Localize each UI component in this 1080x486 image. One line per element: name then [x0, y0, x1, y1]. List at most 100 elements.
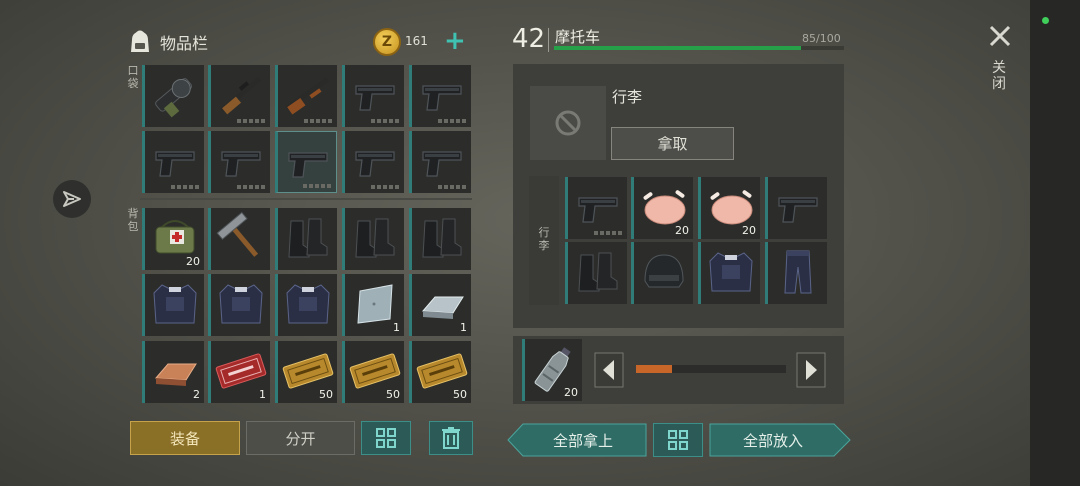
- vehicle-slot[interactable]: [631, 242, 693, 304]
- durability-pips: [438, 185, 466, 189]
- vehicle-slot[interactable]: 20: [631, 177, 693, 239]
- vehicle-slot[interactable]: [765, 177, 827, 239]
- boots-icon: [288, 218, 328, 258]
- boots-icon: [578, 252, 618, 292]
- section-divider: [140, 198, 472, 200]
- durability-pips: [371, 185, 399, 189]
- pocket-slot[interactable]: [142, 65, 204, 127]
- hammer-icon: [216, 211, 259, 257]
- pants-icon: [784, 250, 812, 294]
- backpack-icon: [131, 30, 149, 52]
- pistol-icon: [288, 152, 328, 178]
- pocket-slot[interactable]: [142, 131, 204, 193]
- right-edge-strip: [1030, 0, 1080, 486]
- vehicle-slot[interactable]: [565, 177, 627, 239]
- vehicle-slot[interactable]: 20: [698, 177, 760, 239]
- amount-slider-fill: [636, 365, 672, 373]
- backpack-slot[interactable]: [208, 208, 270, 270]
- backpack-slot[interactable]: [409, 208, 471, 270]
- sort-vehicle-button[interactable]: [653, 423, 703, 457]
- backpack-slot[interactable]: [208, 274, 270, 336]
- durability-pips: [304, 119, 332, 123]
- item-quantity: 50: [319, 388, 333, 401]
- item-quantity: 20: [675, 224, 689, 237]
- split-button[interactable]: 分开: [246, 421, 355, 455]
- no-entry-icon: [555, 110, 581, 136]
- durability-pips: [303, 184, 331, 188]
- backpack-slot[interactable]: [275, 274, 337, 336]
- grid-sort-icon: [668, 430, 688, 450]
- armor-vest-icon: [709, 252, 753, 292]
- bag-title: 行李: [612, 88, 643, 106]
- backpack-slot[interactable]: 1: [409, 274, 471, 336]
- backpack-slot[interactable]: [275, 208, 337, 270]
- pouch-label: 行李: [538, 226, 550, 252]
- take-bag-button[interactable]: 拿取: [611, 127, 734, 160]
- grenade-launcher-icon: [155, 78, 193, 118]
- put-all-button[interactable]: 全部放入: [709, 423, 837, 457]
- equip-button[interactable]: 装备: [130, 421, 240, 455]
- item-quantity: 20: [186, 255, 200, 268]
- pocket-slot[interactable]: [275, 131, 337, 193]
- durability-pips: [237, 119, 265, 123]
- capacity-bar: [554, 46, 844, 50]
- pocket-slot[interactable]: [208, 131, 270, 193]
- close-icon[interactable]: [986, 22, 1014, 50]
- armor-vest-icon: [286, 284, 330, 324]
- amount-slider[interactable]: [636, 365, 786, 373]
- pistol-icon: [778, 197, 818, 223]
- pistol-icon: [155, 151, 195, 177]
- item-quantity: 2: [193, 388, 200, 401]
- capacity-bar-fill: [554, 46, 801, 50]
- armor-vest-icon: [153, 284, 197, 324]
- pocket-slot[interactable]: [275, 65, 337, 127]
- discard-button[interactable]: [429, 421, 473, 455]
- pistol-icon: [422, 151, 462, 177]
- add-coins-button[interactable]: +: [444, 28, 466, 54]
- vehicle-slot[interactable]: [565, 242, 627, 304]
- coin-icon: Z: [373, 28, 401, 56]
- pocket-slot[interactable]: [409, 131, 471, 193]
- backpack-slot[interactable]: 2: [142, 341, 204, 403]
- backpack-slot[interactable]: 20: [142, 208, 204, 270]
- rifle-icon: [219, 76, 262, 115]
- item-quantity: 1: [393, 321, 400, 334]
- pocket-slot[interactable]: [208, 65, 270, 127]
- decrease-button[interactable]: [594, 352, 624, 388]
- backpack-slot[interactable]: 50: [342, 341, 404, 403]
- take-all-button[interactable]: 全部拿上: [520, 423, 646, 457]
- armor-vest-icon: [219, 284, 263, 324]
- empty-bag-slot: [530, 86, 606, 160]
- helmet-icon: [644, 254, 684, 288]
- durability-pips: [171, 185, 199, 189]
- pocket-slot[interactable]: [409, 65, 471, 127]
- durability-pips: [237, 185, 265, 189]
- backpack-slot[interactable]: 50: [275, 341, 337, 403]
- pocket-slot[interactable]: [342, 131, 404, 193]
- pocket-slot[interactable]: [342, 65, 404, 127]
- pockets-label: 口袋: [127, 64, 139, 90]
- backpack-slot[interactable]: 1: [208, 341, 270, 403]
- send-message-button[interactable]: [53, 180, 91, 218]
- fuel-qty: 20: [564, 386, 578, 399]
- item-quantity: 1: [460, 321, 467, 334]
- durability-pips: [438, 119, 466, 123]
- backpack-slot[interactable]: 1: [342, 274, 404, 336]
- increase-button[interactable]: [796, 352, 826, 388]
- backpack-slot[interactable]: [342, 208, 404, 270]
- pistol-icon: [221, 151, 261, 177]
- arrow-right-icon: [796, 352, 826, 388]
- item-quantity: 50: [453, 388, 467, 401]
- inventory-title: 物品栏: [160, 34, 209, 53]
- fuel-slot[interactable]: 20: [522, 339, 582, 401]
- sort-inventory-button[interactable]: [361, 421, 411, 455]
- vehicle-slot[interactable]: [765, 242, 827, 304]
- coin-count: 161: [405, 34, 428, 48]
- trash-icon: [442, 427, 460, 449]
- vehicle-level: 42: [512, 24, 546, 54]
- vehicle-slot[interactable]: [698, 242, 760, 304]
- boots-icon: [422, 218, 462, 258]
- close-label[interactable]: 关闭: [990, 60, 1008, 92]
- backpack-slot[interactable]: [142, 274, 204, 336]
- backpack-slot[interactable]: 50: [409, 341, 471, 403]
